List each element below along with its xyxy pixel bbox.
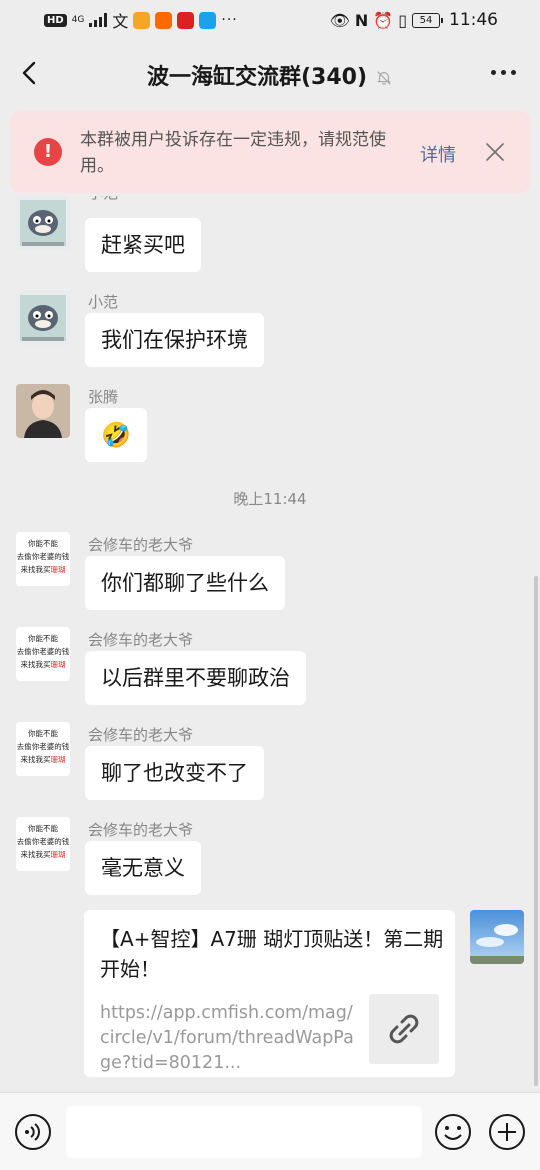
translate-icon: 文 bbox=[112, 12, 129, 31]
input-bar bbox=[0, 1092, 540, 1170]
more-notifications-icon: ··· bbox=[221, 12, 238, 28]
avatar-tom-cat[interactable] bbox=[16, 291, 70, 345]
time-divider: 晚上11:44 bbox=[233, 490, 307, 508]
status-right: 👁 N ⏰ ▯ 54 11:46 bbox=[330, 10, 498, 30]
nfc-icon: N bbox=[354, 10, 369, 30]
eye-icon: 👁 bbox=[329, 10, 350, 30]
avatar-line-highlight: 珊瑚 bbox=[50, 660, 66, 669]
scrollbar[interactable] bbox=[534, 576, 538, 1086]
bell-off-icon bbox=[377, 71, 391, 85]
sender-name: 张腾 bbox=[88, 388, 119, 406]
my-avatar[interactable] bbox=[470, 910, 524, 964]
voice-icon[interactable] bbox=[14, 1113, 52, 1151]
plus-icon[interactable] bbox=[488, 1113, 526, 1151]
more-dots-icon[interactable] bbox=[491, 70, 516, 75]
sender-name: 小范 bbox=[88, 196, 118, 203]
avatar-line: 来找我买珊瑚 bbox=[16, 563, 70, 576]
vibrate-icon: ▯ bbox=[398, 10, 407, 30]
app-icon-blue bbox=[199, 11, 217, 29]
close-icon[interactable] bbox=[484, 141, 506, 163]
app-icon-store bbox=[133, 11, 151, 29]
avatar-text-sticker[interactable]: 你能不能 去偷你老婆的钱 来找我买珊瑚 bbox=[16, 722, 70, 776]
warning-text: 本群被用户投诉存在一定违规，请规范使用。 bbox=[80, 130, 386, 176]
warning-detail-link[interactable]: 详情 bbox=[420, 141, 456, 167]
clock: 11:46 bbox=[449, 10, 498, 30]
status-bar: HD 4G 文 ··· 👁 N ⏰ ▯ 54 11:46 bbox=[0, 0, 540, 40]
avatar-line: 去偷你老婆的钱 bbox=[16, 837, 70, 846]
signal-icon bbox=[89, 13, 108, 27]
sender-name: 会修车的老大爷 bbox=[88, 821, 194, 839]
chat-title: 波一海缸交流群(340) bbox=[0, 59, 540, 91]
status-left: HD 4G 文 ··· bbox=[44, 8, 238, 32]
sender-name: 会修车的老大爷 bbox=[88, 631, 194, 649]
avatar-line: 来找我买珊瑚 bbox=[16, 658, 70, 671]
avatar-line-highlight: 珊瑚 bbox=[50, 565, 66, 574]
message-bubble[interactable]: 你们都聊了些什么 bbox=[85, 556, 285, 610]
avatar-line-prefix: 来找我买 bbox=[20, 660, 51, 669]
app-icon-taobao bbox=[155, 11, 173, 29]
link-card-message[interactable]: 【A+智控】A7珊 瑚灯顶贴送！第二期开始！ https://app.cmfis… bbox=[84, 910, 455, 1077]
avatar-line: 你能不能 bbox=[28, 729, 58, 738]
app-icon-red bbox=[177, 11, 195, 29]
avatar-line-highlight: 珊瑚 bbox=[50, 755, 66, 764]
group-name: 波一海缸交流群(340) bbox=[146, 65, 368, 90]
battery-icon: 54 bbox=[412, 12, 443, 28]
emoji-icon[interactable] bbox=[434, 1113, 472, 1151]
avatar-text-sticker[interactable]: 你能不能 去偷你老婆的钱 来找我买珊瑚 bbox=[16, 532, 70, 586]
message-list[interactable]: 小范 赶紧买吧 小范 我们在保护环境 张腾 🤣 晚上11:44 你能不能 去偷你… bbox=[0, 196, 540, 1092]
avatar-line: 你能不能 bbox=[28, 824, 58, 833]
avatar-line: 去偷你老婆的钱 bbox=[16, 742, 70, 751]
avatar-text-sticker[interactable]: 你能不能 去偷你老婆的钱 来找我买珊瑚 bbox=[16, 627, 70, 681]
avatar-photo[interactable] bbox=[16, 384, 70, 438]
link-title: 【A+智控】A7珊 瑚灯顶贴送！第二期开始！ bbox=[100, 927, 444, 981]
message-bubble[interactable]: 赶紧买吧 bbox=[85, 218, 201, 272]
warning-icon: ! bbox=[34, 138, 62, 166]
avatar-line: 去偷你老婆的钱 bbox=[16, 552, 70, 561]
avatar-line-prefix: 来找我买 bbox=[20, 565, 51, 574]
avatar-tom-cat[interactable] bbox=[16, 196, 70, 250]
message-bubble[interactable]: 聊了也改变不了 bbox=[85, 746, 264, 800]
avatar-line: 来找我买珊瑚 bbox=[16, 753, 70, 766]
link-thumbnail bbox=[369, 994, 439, 1064]
hd-badge: HD bbox=[44, 13, 67, 27]
network-type: 4G bbox=[71, 14, 85, 25]
avatar-line-highlight: 珊瑚 bbox=[50, 850, 66, 859]
avatar-line: 你能不能 bbox=[28, 539, 58, 548]
avatar-line: 你能不能 bbox=[28, 634, 58, 643]
message-bubble[interactable]: 毫无意义 bbox=[85, 841, 201, 895]
sender-name: 小范 bbox=[88, 293, 119, 311]
message-bubble[interactable]: 以后群里不要聊政治 bbox=[85, 651, 306, 705]
avatar-text-sticker[interactable]: 你能不能 去偷你老婆的钱 来找我买珊瑚 bbox=[16, 817, 70, 871]
violation-warning-banner: ! 本群被用户投诉存在一定违规，请规范使用。 详情 bbox=[10, 111, 530, 193]
link-icon bbox=[389, 1014, 419, 1044]
sender-name: 会修车的老大爷 bbox=[88, 536, 194, 554]
link-url: https://app.cmfish.com/mag/circle/v1/for… bbox=[100, 1003, 354, 1073]
avatar-line-prefix: 来找我买 bbox=[20, 850, 51, 859]
message-bubble[interactable]: 我们在保护环境 bbox=[85, 313, 264, 367]
sender-name: 会修车的老大爷 bbox=[88, 726, 194, 744]
message-input[interactable] bbox=[66, 1106, 422, 1158]
avatar-line-prefix: 来找我买 bbox=[20, 755, 51, 764]
avatar-line: 来找我买珊瑚 bbox=[16, 848, 70, 861]
message-bubble-emoji[interactable]: 🤣 bbox=[85, 408, 147, 462]
alarm-icon: ⏰ bbox=[373, 10, 394, 30]
avatar-line: 去偷你老婆的钱 bbox=[16, 647, 70, 656]
chat-header: 波一海缸交流群(340) bbox=[0, 40, 540, 106]
